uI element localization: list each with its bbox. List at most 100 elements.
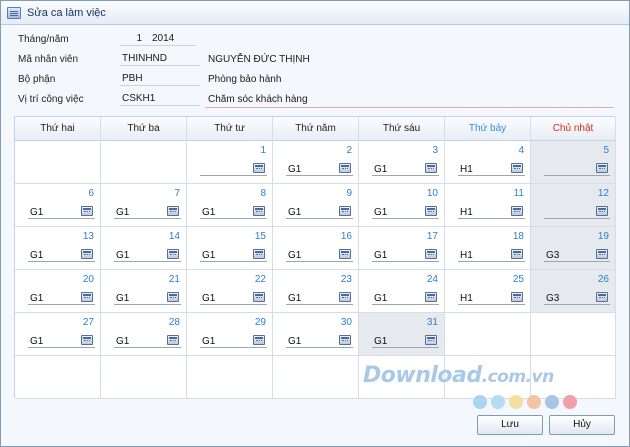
day-cell[interactable]: 30 G1 [273, 313, 359, 356]
calendar-picker-icon[interactable] [596, 292, 608, 302]
shift-field[interactable]: G1 [114, 248, 181, 262]
position-code-field[interactable]: CSKH1 [120, 92, 200, 106]
calendar-picker-icon[interactable] [425, 249, 437, 259]
calendar-picker-icon[interactable] [511, 163, 523, 173]
shift-field[interactable]: G1 [372, 248, 439, 262]
shift-field[interactable]: G1 [200, 205, 267, 219]
shift-field[interactable]: G1 [28, 248, 95, 262]
shift-field[interactable]: G1 [114, 334, 181, 348]
day-cell[interactable]: 18 H1 [445, 227, 531, 270]
day-number: 5 [603, 145, 609, 156]
shift-field[interactable]: G1 [286, 334, 353, 348]
calendar-picker-icon[interactable] [253, 335, 265, 345]
shift-field[interactable]: H1 [458, 205, 525, 219]
shift-field[interactable]: G1 [114, 291, 181, 305]
shift-field[interactable]: G1 [372, 205, 439, 219]
shift-field[interactable]: G1 [286, 162, 353, 176]
day-cell[interactable]: 5 [531, 141, 616, 184]
day-cell[interactable]: 25 H1 [445, 270, 531, 313]
day-cell[interactable]: 24 G1 [359, 270, 445, 313]
shift-field[interactable]: G3 [544, 248, 610, 262]
calendar-picker-icon[interactable] [167, 335, 179, 345]
day-cell[interactable]: 20 G1 [15, 270, 101, 313]
day-cell[interactable]: 29 G1 [187, 313, 273, 356]
day-cell[interactable]: 9 G1 [273, 184, 359, 227]
calendar-picker-icon[interactable] [339, 335, 351, 345]
calendar-picker-icon[interactable] [425, 335, 437, 345]
day-cell[interactable]: 10 G1 [359, 184, 445, 227]
calendar-picker-icon[interactable] [339, 249, 351, 259]
shift-field[interactable]: G1 [286, 248, 353, 262]
shift-field[interactable]: G1 [372, 291, 439, 305]
shift-field[interactable]: H1 [458, 162, 525, 176]
calendar-picker-icon[interactable] [81, 206, 93, 216]
day-cell[interactable]: 12 [531, 184, 616, 227]
shift-field[interactable]: H1 [458, 291, 525, 305]
day-cell[interactable]: 31 G1 [359, 313, 445, 356]
day-cell[interactable]: 16 G1 [273, 227, 359, 270]
day-cell[interactable]: 28 G1 [101, 313, 187, 356]
day-cell[interactable]: 1 [187, 141, 273, 184]
day-cell[interactable]: 13 G1 [15, 227, 101, 270]
day-cell[interactable]: 11 H1 [445, 184, 531, 227]
shift-field[interactable] [544, 162, 610, 176]
shift-field[interactable]: G1 [286, 291, 353, 305]
calendar-picker-icon[interactable] [425, 163, 437, 173]
day-cell[interactable]: 27 G1 [15, 313, 101, 356]
calendar-picker-icon[interactable] [253, 249, 265, 259]
calendar-picker-icon[interactable] [253, 292, 265, 302]
cancel-button[interactable]: Hủy [549, 415, 615, 435]
save-button[interactable]: Lưu [477, 415, 543, 435]
shift-field[interactable]: G1 [200, 248, 267, 262]
shift-field[interactable]: G1 [28, 334, 95, 348]
calendar-picker-icon[interactable] [253, 206, 265, 216]
shift-field[interactable]: G3 [544, 291, 610, 305]
shift-field[interactable]: G1 [286, 205, 353, 219]
calendar-picker-icon[interactable] [167, 292, 179, 302]
calendar-picker-icon[interactable] [81, 335, 93, 345]
calendar-picker-icon[interactable] [596, 206, 608, 216]
day-cell[interactable]: 23 G1 [273, 270, 359, 313]
day-cell[interactable]: 7 G1 [101, 184, 187, 227]
calendar-picker-icon[interactable] [81, 292, 93, 302]
day-cell[interactable]: 17 G1 [359, 227, 445, 270]
day-cell[interactable]: 4 H1 [445, 141, 531, 184]
calendar-picker-icon[interactable] [425, 206, 437, 216]
calendar-picker-icon[interactable] [511, 292, 523, 302]
shift-field[interactable] [544, 205, 610, 219]
department-code-field[interactable]: PBH [120, 72, 200, 86]
day-cell[interactable]: 15 G1 [187, 227, 273, 270]
shift-field[interactable]: G1 [372, 334, 439, 348]
day-cell[interactable]: 19 G3 [531, 227, 616, 270]
calendar-picker-icon[interactable] [167, 249, 179, 259]
shift-field[interactable]: G1 [372, 162, 439, 176]
calendar-picker-icon[interactable] [425, 292, 437, 302]
calendar-picker-icon[interactable] [511, 249, 523, 259]
day-cell[interactable]: 22 G1 [187, 270, 273, 313]
calendar-picker-icon[interactable] [253, 163, 265, 173]
shift-field[interactable] [200, 162, 267, 176]
calendar-picker-icon[interactable] [81, 249, 93, 259]
calendar-picker-icon[interactable] [339, 163, 351, 173]
day-cell[interactable]: 6 G1 [15, 184, 101, 227]
month-year-field[interactable]: 1 2014 [120, 32, 196, 46]
calendar-picker-icon[interactable] [167, 206, 179, 216]
shift-field[interactable]: H1 [458, 248, 525, 262]
calendar-picker-icon[interactable] [596, 163, 608, 173]
shift-field[interactable]: G1 [28, 205, 95, 219]
employee-code-field[interactable]: THINHND [120, 52, 200, 66]
day-cell[interactable]: 14 G1 [101, 227, 187, 270]
shift-field[interactable]: G1 [200, 334, 267, 348]
day-cell[interactable]: 2 G1 [273, 141, 359, 184]
shift-field[interactable]: G1 [200, 291, 267, 305]
day-cell[interactable]: 21 G1 [101, 270, 187, 313]
calendar-picker-icon[interactable] [511, 206, 523, 216]
day-cell[interactable]: 26 G3 [531, 270, 616, 313]
day-cell[interactable]: 3 G1 [359, 141, 445, 184]
shift-field[interactable]: G1 [28, 291, 95, 305]
day-cell[interactable]: 8 G1 [187, 184, 273, 227]
shift-field[interactable]: G1 [114, 205, 181, 219]
calendar-picker-icon[interactable] [339, 206, 351, 216]
calendar-picker-icon[interactable] [596, 249, 608, 259]
calendar-picker-icon[interactable] [339, 292, 351, 302]
